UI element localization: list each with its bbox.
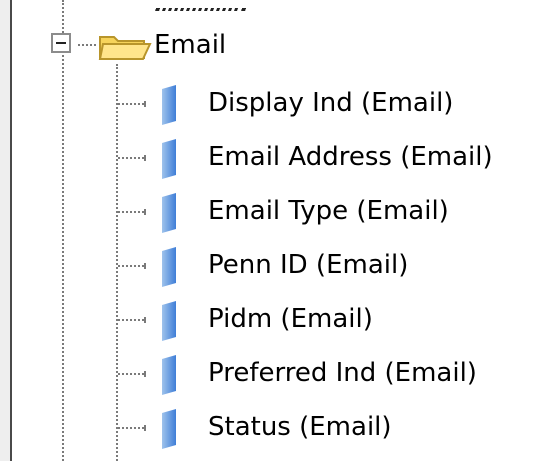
- tree-item-label: Pidm (Email): [208, 304, 373, 334]
- row-tick: [144, 425, 146, 431]
- row-tick: [144, 263, 146, 269]
- row-tick: [144, 317, 146, 323]
- tree-item-penn-id[interactable]: Penn ID (Email): [0, 239, 544, 293]
- root-horizontal-connector: [78, 44, 96, 46]
- row-tick: [144, 209, 146, 215]
- row-connector: [118, 103, 144, 105]
- field-icon: [162, 193, 176, 233]
- tree-item-label: Status (Email): [208, 412, 392, 442]
- tree-item-email-address[interactable]: Email Address (Email): [0, 131, 544, 185]
- tree-item-label: Email Address (Email): [208, 142, 493, 172]
- field-icon: [162, 355, 176, 395]
- field-icon: [162, 247, 176, 287]
- row-connector: [118, 373, 144, 375]
- row-tick: [144, 101, 146, 107]
- row-connector: [118, 427, 144, 429]
- clipped-previous-node: [153, 8, 247, 14]
- tree-item-pidm[interactable]: Pidm (Email): [0, 293, 544, 347]
- open-folder-icon: [98, 36, 152, 60]
- row-connector: [118, 319, 144, 321]
- tree-node-email-label[interactable]: Email: [154, 29, 226, 61]
- row-tick: [144, 371, 146, 377]
- tree-item-label: Preferred Ind (Email): [208, 358, 477, 388]
- row-connector: [118, 265, 144, 267]
- field-icon: [162, 139, 176, 179]
- field-icon: [162, 85, 176, 125]
- tree-view: Email Display Ind (Email) Email Address …: [0, 0, 544, 461]
- tree-item-preferred-ind[interactable]: Preferred Ind (Email): [0, 347, 544, 401]
- field-icon: [162, 409, 176, 449]
- field-icon: [162, 301, 176, 341]
- tree-item-label: Display Ind (Email): [208, 88, 454, 118]
- row-connector: [118, 211, 144, 213]
- tree-item-email-type[interactable]: Email Type (Email): [0, 185, 544, 239]
- row-connector: [118, 157, 144, 159]
- tree-item-status[interactable]: Status (Email): [0, 401, 544, 455]
- tree-item-label: Penn ID (Email): [208, 250, 409, 280]
- row-tick: [144, 155, 146, 161]
- tree-item-label: Email Type (Email): [208, 196, 449, 226]
- collapse-email-node-button[interactable]: [51, 33, 71, 53]
- tree-item-display-ind[interactable]: Display Ind (Email): [0, 77, 544, 131]
